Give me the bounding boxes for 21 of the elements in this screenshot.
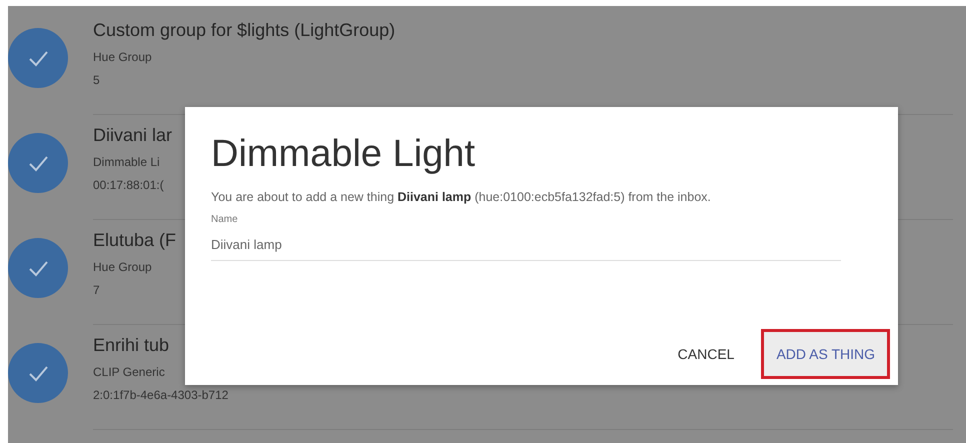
check-circle-icon <box>8 343 68 403</box>
item-title: Diivani lar <box>93 125 172 146</box>
item-detail: Hue Group <box>93 259 152 276</box>
check-circle-icon <box>8 133 68 193</box>
check-circle-icon <box>8 28 68 88</box>
item-detail: Hue Group <box>93 49 152 66</box>
item-detail: 5 <box>93 72 100 89</box>
check-circle-icon <box>8 238 68 298</box>
item-title: Custom group for $lights (LightGroup) <box>93 20 396 41</box>
item-detail: CLIP Generic <box>93 364 165 381</box>
item-title: Enrihi tub <box>93 335 170 356</box>
dialog-title: Dimmable Light <box>211 133 475 176</box>
dialog-message: You are about to add a new thing Diivani lamp (hue:0100:ecb5fa132fad:5) from the inbox. <box>211 190 711 204</box>
item-detail: 2:0:1f7b-4e6a-4303-b712 <box>93 387 228 404</box>
field-label: Name <box>211 214 238 225</box>
item-detail: 7 <box>93 282 100 299</box>
item-detail: Dimmable Li <box>93 154 160 171</box>
cancel-button[interactable]: CANCEL <box>662 329 750 379</box>
item-detail: 00:17:88:01:( <box>93 177 164 194</box>
add-button[interactable]: ADD AS THING <box>761 329 890 379</box>
item-title: Elutuba (F <box>93 230 176 251</box>
